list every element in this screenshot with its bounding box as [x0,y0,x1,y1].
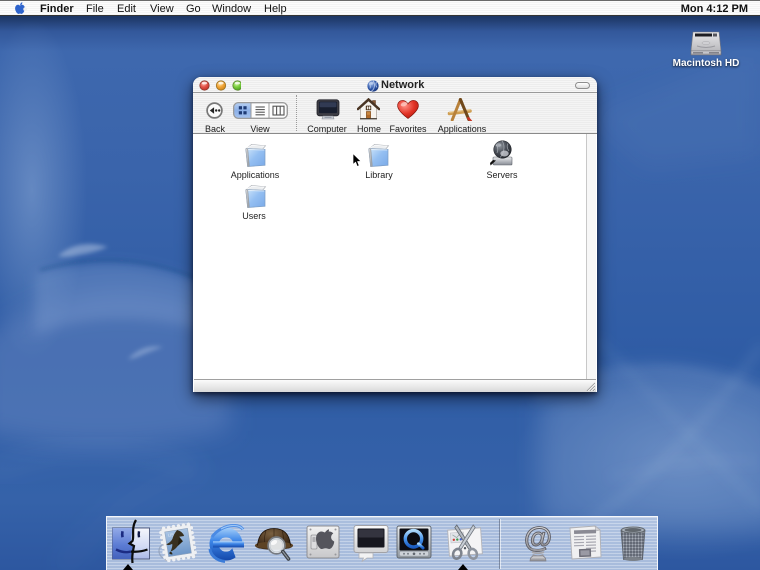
svg-text:@: @ [524,522,552,554]
